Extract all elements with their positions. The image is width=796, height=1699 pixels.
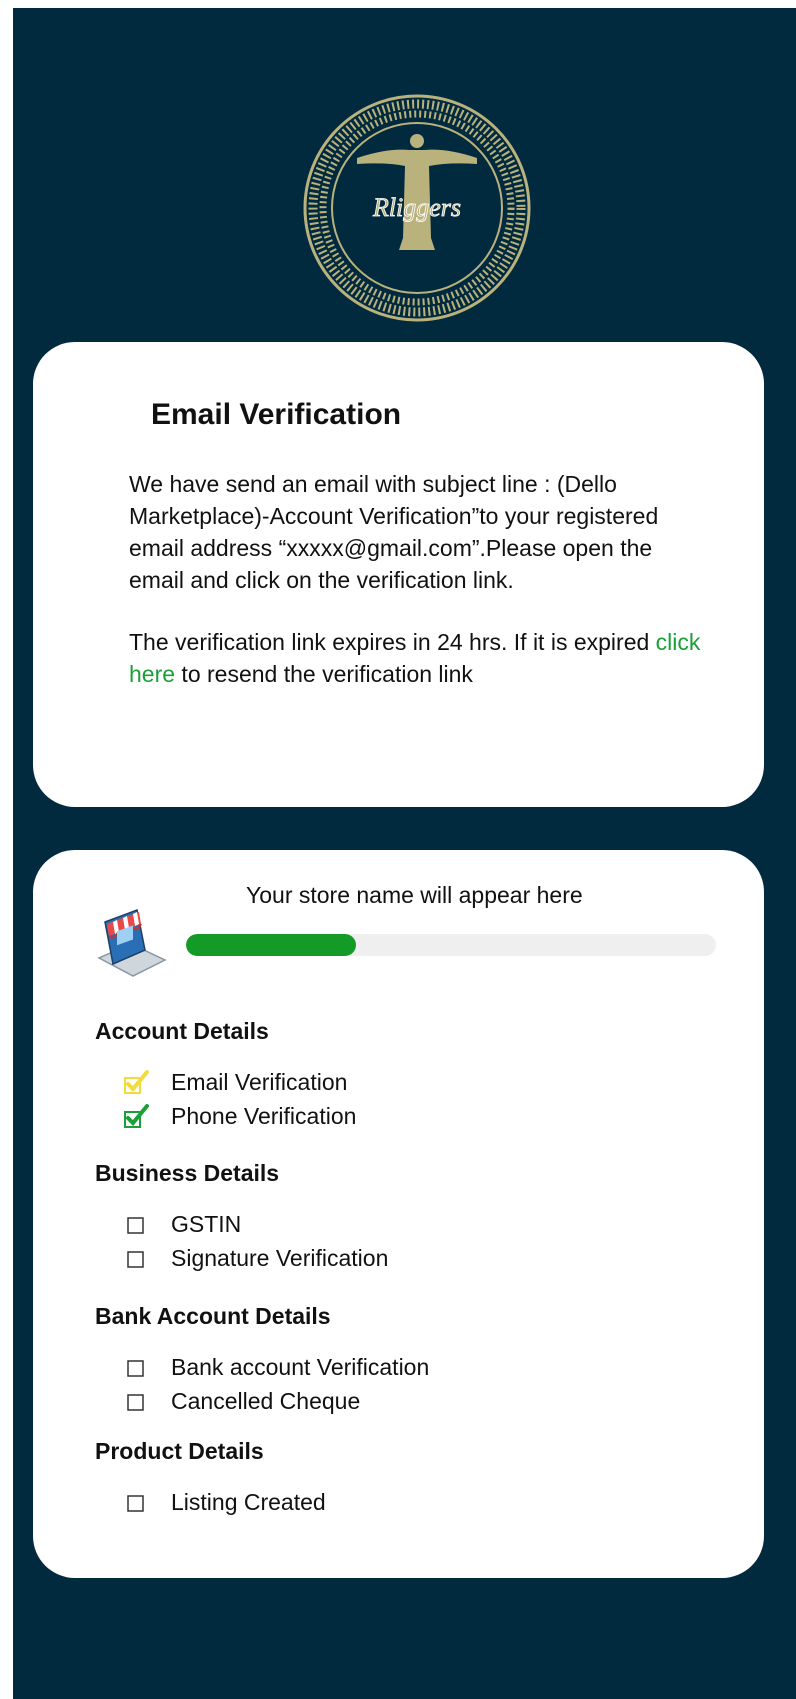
empty-checkbox-icon[interactable] xyxy=(123,1388,149,1414)
checklist-item[interactable]: Email Verification xyxy=(123,1066,347,1098)
section-title: Account Details xyxy=(95,1018,269,1044)
email-message: We have send an email with subject line … xyxy=(129,468,709,720)
checklist-item[interactable]: Bank account Verification xyxy=(123,1351,429,1383)
email-verification-card: Email Verification We have send an email… xyxy=(33,342,764,807)
logo-wordmark: Rliggers xyxy=(372,193,461,222)
online-store-laptop-icon xyxy=(93,906,169,982)
checklist-item-label: Bank account Verification xyxy=(171,1353,430,1380)
message-paragraph: We have send an email with subject line … xyxy=(129,471,659,593)
card-title: Email Verification xyxy=(151,398,402,431)
empty-checkbox-icon[interactable] xyxy=(123,1489,149,1515)
section-title: Business Details xyxy=(95,1160,280,1186)
empty-checkbox-icon[interactable] xyxy=(123,1211,149,1237)
onboarding-progress-bar xyxy=(186,934,716,956)
onboarding-progress-card: Your store name will appear here Account… xyxy=(33,850,764,1578)
checklist-item[interactable]: Signature Verification xyxy=(123,1242,388,1274)
brand-logo: Rliggers xyxy=(297,88,537,328)
checklist-item-label: Cancelled Cheque xyxy=(171,1387,361,1414)
checklist-item-label: Email Verification xyxy=(171,1068,348,1095)
checklist-item-label: Signature Verification xyxy=(171,1244,389,1271)
progress-fill xyxy=(186,934,356,956)
checklist-item-label: GSTIN xyxy=(171,1210,242,1237)
checkmark-icon[interactable] xyxy=(123,1069,149,1095)
checklist-item[interactable]: Phone Verification xyxy=(123,1100,356,1132)
checklist-item[interactable]: Cancelled Cheque xyxy=(123,1385,360,1417)
store-name-placeholder: Your store name will appear here xyxy=(246,882,583,908)
checklist-item[interactable]: Listing Created xyxy=(123,1486,326,1518)
expiry-paragraph: The verification link expires in 24 hrs.… xyxy=(129,626,709,690)
christ-redeemer-wreath-logo-icon: Rliggers xyxy=(303,94,531,322)
section-title: Bank Account Details xyxy=(95,1303,331,1329)
empty-checkbox-icon[interactable] xyxy=(123,1354,149,1380)
empty-checkbox-icon[interactable] xyxy=(123,1245,149,1271)
expiry-text-end: to resend the verification link xyxy=(175,661,473,687)
checkmark-icon[interactable] xyxy=(123,1103,149,1129)
section-title: Product Details xyxy=(95,1438,264,1464)
checklist-item-label: Listing Created xyxy=(171,1488,326,1515)
checklist-item-label: Phone Verification xyxy=(171,1102,357,1129)
expiry-text: The verification link expires in 24 hrs.… xyxy=(129,629,656,655)
checklist-item[interactable]: GSTIN xyxy=(123,1208,241,1240)
